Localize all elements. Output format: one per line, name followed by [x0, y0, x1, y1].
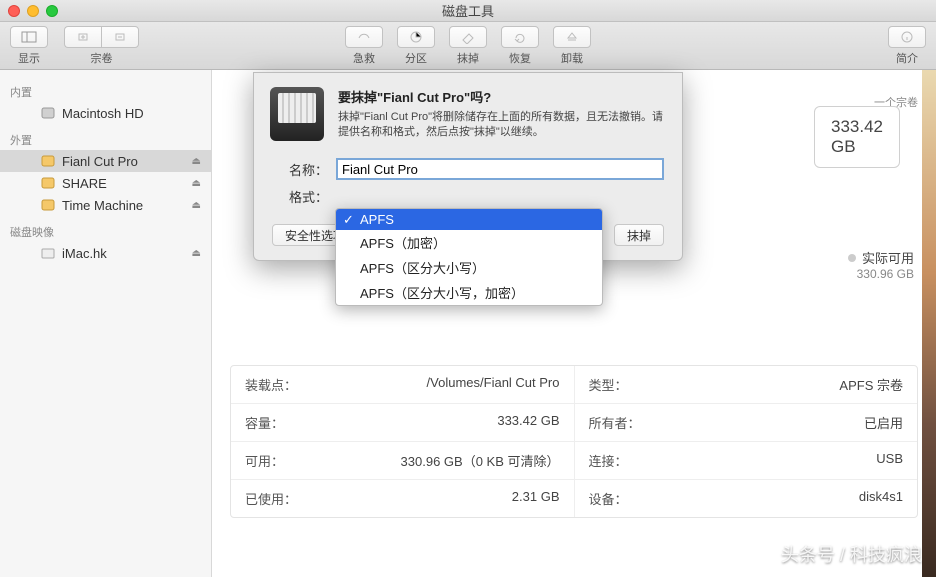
sidebar-item-label: iMac.hk [62, 246, 107, 261]
toolbar-center: 急救 分区 抹掉 恢复 卸载 [345, 26, 591, 66]
dialog-heading: 要抹掉"Fianl Cut Pro"吗? [338, 87, 666, 106]
external-disk-icon [40, 153, 56, 169]
format-select[interactable] [336, 185, 664, 207]
detail-key: 装载点： [245, 375, 297, 394]
info-button[interactable] [888, 26, 926, 48]
sidebar-item-macintosh-hd[interactable]: Macintosh HD [0, 102, 211, 124]
restore-label: 恢复 [509, 50, 531, 66]
actual-label: 实际可用 [862, 248, 914, 267]
detail-key: 设备： [589, 489, 628, 508]
sidebar-item-label: Fianl Cut Pro [62, 154, 138, 169]
name-label: 名称： [272, 160, 328, 179]
table-row: 容量： 333.42 GB 所有者： 已启用 [231, 404, 917, 442]
format-label: 格式： [272, 187, 328, 206]
view-label: 显示 [18, 50, 40, 66]
sidebar-item-time-machine[interactable]: Time Machine ⏏ [0, 194, 211, 216]
dropdown-label: APFS [360, 212, 394, 227]
volume-size: 333.42 GB [814, 106, 900, 168]
firstaid-button[interactable] [345, 26, 383, 48]
sidebar-item-label: Time Machine [62, 198, 143, 213]
actual-available: 实际可用 330.96 GB [848, 248, 914, 281]
detail-key: 连接： [589, 451, 628, 470]
detail-value: 333.42 GB [497, 413, 559, 432]
table-row: 可用： 330.96 GB（0 KB 可清除） 连接： USB [231, 442, 917, 480]
toolbar: 显示 宗卷 急救 分区 抹掉 恢复 卸载 简介 [0, 22, 936, 70]
watermark: 头条号 / 科技疯浪 [781, 541, 922, 567]
sidebar-item-label: SHARE [62, 176, 107, 191]
firstaid-label: 急救 [353, 50, 375, 66]
sidebar-head-images: 磁盘映像 [0, 216, 211, 242]
dropdown-label: APFS（区分大小写） [360, 261, 485, 276]
dropdown-label: APFS（加密） [360, 236, 446, 251]
partition-button[interactable] [397, 26, 435, 48]
eject-icon[interactable]: ⏏ [192, 200, 201, 211]
erase-confirm-button[interactable]: 抹掉 [614, 224, 664, 246]
erase-button[interactable] [449, 26, 487, 48]
detail-key: 容量： [245, 413, 284, 432]
detail-value: 330.96 GB（0 KB 可清除） [401, 451, 560, 470]
sidebar-item-share[interactable]: SHARE ⏏ [0, 172, 211, 194]
dropdown-item-apfs-case[interactable]: APFS（区分大小写） [336, 255, 602, 280]
volume-label: 宗卷 [91, 50, 113, 66]
size-box-wrap: 333.42 GB 一个宗卷 [874, 88, 918, 110]
detail-value: /Volumes/Fianl Cut Pro [427, 375, 560, 394]
sidebar-head-internal: 内置 [0, 76, 211, 102]
window-title: 磁盘工具 [0, 1, 936, 20]
eject-icon[interactable]: ⏏ [192, 178, 201, 189]
detail-value: APFS 宗卷 [839, 375, 903, 394]
info-label: 简介 [896, 50, 918, 66]
details-table: 装载点： /Volumes/Fianl Cut Pro 类型： APFS 宗卷 容量… [230, 365, 918, 518]
titlebar: 磁盘工具 [0, 0, 936, 22]
dialog-message: 抹掉"Fianl Cut Pro"将删除储存在上面的所有数据，且无法撤销。请提供… [338, 110, 666, 141]
eject-icon[interactable]: ⏏ [192, 156, 201, 167]
external-disk-icon [40, 175, 56, 191]
dropdown-item-apfs-encrypted[interactable]: APFS（加密） [336, 230, 602, 255]
partition-label: 分区 [405, 50, 427, 66]
volume-icon [270, 87, 324, 141]
table-row: 已使用： 2.31 GB 设备： disk4s1 [231, 480, 917, 517]
volume-seg [64, 26, 139, 48]
detail-value: 2.31 GB [512, 489, 560, 508]
volume-add-button[interactable] [64, 26, 101, 48]
detail-key: 类型： [589, 375, 628, 394]
detail-value: 已启用 [864, 413, 903, 432]
detail-key: 已使用： [245, 489, 297, 508]
eject-icon[interactable]: ⏏ [192, 248, 201, 259]
detail-key: 可用： [245, 451, 284, 470]
detail-key: 所有者： [589, 413, 641, 432]
disk-icon [40, 105, 56, 121]
check-icon: ✓ [343, 212, 354, 228]
table-row: 装载点： /Volumes/Fianl Cut Pro 类型： APFS 宗卷 [231, 366, 917, 404]
actual-value: 330.96 GB [848, 267, 914, 281]
sidebar-head-external: 外置 [0, 124, 211, 150]
dot-icon [848, 254, 856, 262]
erase-label: 抹掉 [457, 50, 479, 66]
sidebar-item-fianl-cut-pro[interactable]: Fianl Cut Pro ⏏ [0, 150, 211, 172]
sidebar: 内置 Macintosh HD 外置 Fianl Cut Pro ⏏ SHARE… [0, 70, 212, 577]
detail-value: disk4s1 [859, 489, 903, 508]
unmount-button[interactable] [553, 26, 591, 48]
detail-value: USB [876, 451, 903, 470]
format-dropdown: ✓ APFS APFS（加密） APFS（区分大小写） APFS（区分大小写，加密… [335, 208, 603, 306]
restore-button[interactable] [501, 26, 539, 48]
unmount-label: 卸载 [561, 50, 583, 66]
external-disk-icon [40, 197, 56, 213]
dropdown-label: APFS（区分大小写，加密） [360, 286, 524, 301]
volume-remove-button[interactable] [101, 26, 139, 48]
dropdown-item-apfs[interactable]: ✓ APFS [336, 209, 602, 230]
sidebar-item-label: Macintosh HD [62, 106, 144, 121]
dropdown-item-apfs-case-encrypted[interactable]: APFS（区分大小写，加密） [336, 280, 602, 305]
sidebar-item-imac-hk[interactable]: iMac.hk ⏏ [0, 242, 211, 264]
background-strip [922, 70, 936, 577]
dmg-icon [40, 245, 56, 261]
view-button[interactable] [10, 26, 48, 48]
name-input[interactable] [336, 158, 664, 180]
